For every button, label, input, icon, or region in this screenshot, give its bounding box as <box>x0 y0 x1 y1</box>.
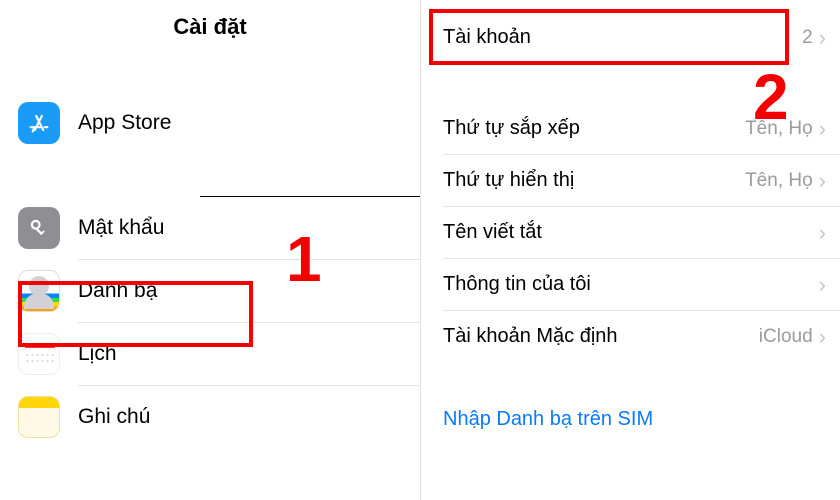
row-label: Nhập Danh bạ trên SIM <box>443 408 653 431</box>
row-label: Ghi chú <box>78 405 150 429</box>
chevron-right-icon: › <box>819 222 826 244</box>
row-my-info[interactable]: Thông tin của tôi › <box>421 259 840 310</box>
settings-main-panel: Cài đặt App Store Mật khẩu Danh bạ <box>0 0 420 500</box>
key-icon <box>18 207 60 249</box>
row-contacts[interactable]: Danh bạ <box>0 260 420 322</box>
page-title: Cài đặt <box>0 14 420 40</box>
contacts-icon <box>18 270 60 312</box>
row-label: Tài khoản <box>443 26 531 49</box>
contacts-settings-panel: Tài khoản 2 › Thứ tự sắp xếp Tên, Họ › T… <box>420 0 840 500</box>
row-label: App Store <box>78 111 171 135</box>
row-label: Thứ tự hiển thị <box>443 169 574 192</box>
row-passwords[interactable]: Mật khẩu <box>0 197 420 259</box>
row-label: Lịch <box>78 342 117 366</box>
chevron-right-icon: › <box>819 274 826 296</box>
chevron-right-icon: › <box>819 27 826 49</box>
row-value: iCloud <box>759 326 813 348</box>
row-value: Tên, Họ <box>745 118 813 140</box>
row-label: Mật khẩu <box>78 216 164 240</box>
row-label: Tên viết tắt <box>443 221 542 244</box>
notes-icon <box>18 396 60 438</box>
row-app-store[interactable]: App Store <box>0 92 420 154</box>
chevron-right-icon: › <box>819 118 826 140</box>
row-display-order[interactable]: Thứ tự hiển thị Tên, Họ › <box>421 155 840 206</box>
row-notes[interactable]: Ghi chú <box>0 386 420 448</box>
app-store-icon <box>18 102 60 144</box>
row-accounts[interactable]: Tài khoản 2 › <box>421 12 840 63</box>
calendar-icon <box>18 333 60 375</box>
row-import-sim[interactable]: Nhập Danh bạ trên SIM <box>421 394 840 445</box>
row-label: Danh bạ <box>78 279 157 303</box>
row-value: Tên, Họ <box>745 170 813 192</box>
chevron-right-icon: › <box>819 170 826 192</box>
settings-header: Cài đặt <box>0 0 420 62</box>
row-default-account[interactable]: Tài khoản Mặc định iCloud › <box>421 311 840 362</box>
row-value: 2 <box>802 27 813 49</box>
row-label: Tài khoản Mặc định <box>443 325 618 348</box>
row-label: Thứ tự sắp xếp <box>443 117 580 140</box>
row-calendar[interactable]: Lịch <box>0 323 420 385</box>
row-sort-order[interactable]: Thứ tự sắp xếp Tên, Họ › <box>421 103 840 154</box>
chevron-right-icon: › <box>819 326 826 348</box>
row-short-name[interactable]: Tên viết tắt › <box>421 207 840 258</box>
row-label: Thông tin của tôi <box>443 273 591 296</box>
